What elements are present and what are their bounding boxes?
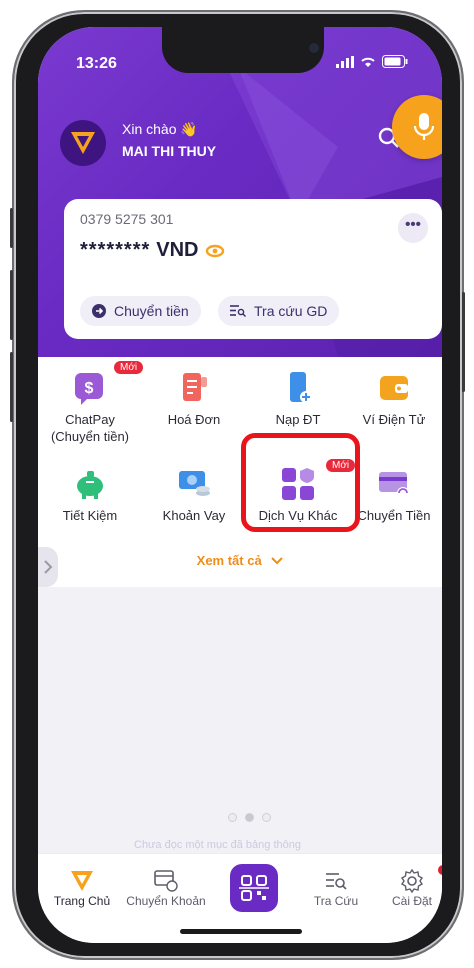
lookup-icon xyxy=(326,873,347,890)
service-loan[interactable]: Khoản Vay xyxy=(142,467,246,524)
piggy-bank-icon xyxy=(73,467,107,501)
account-card: 0379 5275 301 ••• ******** VND Chuyển ti… xyxy=(64,199,442,339)
front-camera xyxy=(309,43,319,53)
currency-label: VND xyxy=(156,239,199,261)
service-savings[interactable]: Tiết Kiệm xyxy=(38,467,142,524)
tab-settings[interactable]: Cài Đặt xyxy=(372,868,442,908)
signal-icon xyxy=(336,55,354,68)
tab-lookup[interactable]: Tra Cứu xyxy=(296,868,376,908)
home-logo-icon xyxy=(71,871,93,891)
masked-balance: ******** xyxy=(80,239,151,261)
bank-logo-icon xyxy=(71,132,95,154)
loan-icon xyxy=(177,467,211,501)
tab-label: Trang Chủ xyxy=(53,894,111,908)
microphone-icon xyxy=(413,113,435,140)
battery-icon xyxy=(382,55,408,68)
tab-home[interactable]: Trang Chủ xyxy=(42,868,122,908)
tab-label: Cài Đặt xyxy=(391,894,432,908)
volume-down-button xyxy=(10,352,13,422)
transfer-icon xyxy=(154,870,178,892)
service-label: Tiết Kiệm xyxy=(62,508,118,523)
eye-icon[interactable] xyxy=(205,244,225,258)
bill-icon xyxy=(177,371,211,405)
service-label: ChatPay (Chuyển tiền) xyxy=(50,412,130,444)
home-indicator xyxy=(180,929,302,934)
service-bill[interactable]: Hoá Đơn xyxy=(142,371,246,428)
greeting-text: Xin chào 👋 xyxy=(122,121,198,137)
account-number: 0379 5275 301 xyxy=(80,211,174,227)
page-indicator xyxy=(228,813,271,822)
svg-text:$: $ xyxy=(85,380,94,397)
volume-up-button xyxy=(10,270,13,340)
search-list-icon xyxy=(230,305,246,317)
tab-transfer[interactable]: Chuyển Khoản xyxy=(126,868,206,908)
card-transfer-icon xyxy=(377,467,411,501)
service-label: Khoản Vay xyxy=(162,508,226,523)
service-phone-topup[interactable]: Nạp ĐT xyxy=(246,371,350,428)
user-name: MAI THI THUY xyxy=(122,143,217,159)
wifi-icon xyxy=(361,57,375,67)
notch xyxy=(162,27,324,73)
transaction-lookup-label: Tra cứu GD xyxy=(254,303,328,319)
status-icons xyxy=(336,55,408,68)
power-button xyxy=(462,292,465,392)
balance-row: ******** VND xyxy=(80,239,225,262)
faint-hint-text: Chưa đọc một mục đã bảng thông xyxy=(134,839,301,851)
qr-scan-icon xyxy=(239,875,269,901)
tab-label: Chuyển Khoản xyxy=(126,894,206,908)
service-e-wallet[interactable]: Ví Điện Tử xyxy=(342,371,442,428)
highlight-box xyxy=(241,433,360,532)
notification-dot xyxy=(438,865,442,875)
mute-switch xyxy=(10,208,13,248)
status-time: 13:26 xyxy=(76,55,117,72)
arrow-right-circle-icon xyxy=(92,304,106,318)
wallet-icon xyxy=(377,371,411,405)
transaction-lookup-button[interactable]: Tra cứu GD xyxy=(218,296,340,326)
page-dot xyxy=(228,813,237,822)
service-label: Hoá Đơn xyxy=(167,412,221,427)
service-label: Ví Điện Tử xyxy=(362,412,426,427)
tab-label: Tra Cứu xyxy=(313,894,359,908)
phone-topup-icon xyxy=(281,371,315,405)
settings-icon xyxy=(401,869,423,893)
chevron-down-icon xyxy=(271,557,284,565)
bank-logo-avatar[interactable] xyxy=(60,120,106,166)
tab-qr-scan[interactable] xyxy=(230,864,278,912)
transfer-quick-label: Chuyển tiền xyxy=(114,303,189,319)
page-dot xyxy=(262,813,271,822)
service-label: Nạp ĐT xyxy=(275,412,321,427)
see-all-link[interactable]: Xem tất cả xyxy=(38,553,442,568)
more-options-button[interactable]: ••• xyxy=(398,213,428,243)
service-chatpay[interactable]: $ ChatPay (Chuyển tiền) xyxy=(38,371,142,445)
page-dot-active xyxy=(245,813,254,822)
chatpay-icon: $ xyxy=(73,371,107,405)
new-badge: Mới xyxy=(114,361,144,374)
see-all-label: Xem tất cả xyxy=(196,553,262,568)
transfer-quick-button[interactable]: Chuyển tiền xyxy=(80,296,201,326)
app-screen: 13:26 Xin chào 👋 MAI THI THUY 0379 5275 … xyxy=(38,27,442,943)
